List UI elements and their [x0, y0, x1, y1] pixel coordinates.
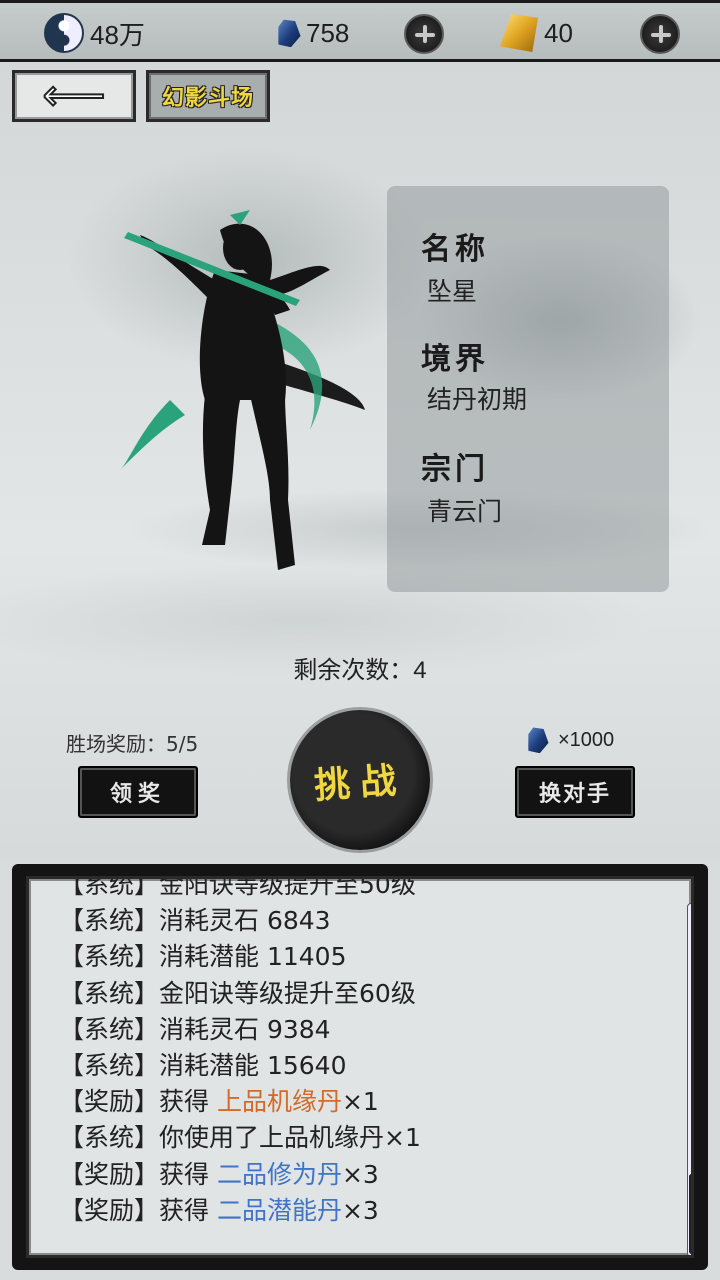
log-line-tag: 【系统】	[59, 1123, 160, 1153]
log-line-tag: 【奖励】	[59, 1195, 160, 1225]
switch-opponent-label: 换对手	[538, 781, 611, 807]
log-line-tag: 【系统】	[59, 942, 160, 972]
log-line-text: 消耗潜能 15640	[159, 1050, 347, 1080]
claim-reward-label: 领奖	[109, 781, 166, 807]
back-arrow-icon: ⟵	[41, 70, 106, 121]
log-line-text: 你使用了上品机缘丹×1	[159, 1123, 421, 1153]
log-line-text: 消耗潜能 11405	[159, 942, 347, 972]
log-line-tag: 【奖励】	[59, 1159, 160, 1189]
log-line-quantity: ×1	[341, 1087, 379, 1117]
log-line: 【系统】消耗灵石 6843	[59, 903, 659, 939]
log-line: 【系统】金阳诀等级提升至50级	[59, 876, 659, 903]
log-line: 【系统】金阳诀等级提升至60级	[59, 976, 659, 1012]
switch-opponent-button[interactable]: 换对手	[515, 766, 635, 818]
remaining-attempts-text: 剩余次数：4	[293, 657, 427, 684]
back-button[interactable]: ⟵	[12, 70, 136, 122]
log-line-tag: 【系统】	[59, 978, 160, 1008]
log-line-text: 金阳诀等级提升至60级	[159, 978, 416, 1008]
blue-gem-icon	[277, 16, 301, 51]
switch-cost: ×1000	[528, 726, 614, 754]
sect-value: 青云门	[427, 497, 503, 526]
message-log-frame: 【系统】金阳诀等级提升至50级 【系统】消耗灵石 6843 【系统】消耗潜能 114…	[12, 864, 708, 1270]
log-line: 【系统】消耗灵石 9384	[59, 1012, 659, 1048]
add-gold-gem-button[interactable]	[640, 14, 680, 54]
log-line-text: 获得	[159, 1087, 217, 1117]
yinyang-icon	[44, 13, 84, 53]
log-line-item-name: 二品修为丹	[216, 1159, 342, 1189]
log-line-tag: 【系统】	[59, 1050, 160, 1080]
blue-gem-resource: 758	[278, 13, 349, 53]
head	[223, 226, 257, 270]
message-log-lines: 【系统】金阳诀等级提升至50级 【系统】消耗灵石 6843 【系统】消耗潜能 114…	[59, 876, 659, 1229]
remaining-attempts: 剩余次数：4	[0, 650, 720, 685]
opponent-info-panel: 名称 坠星 境界 结丹初期 宗门 青云门	[387, 186, 669, 592]
realm-value: 结丹初期	[427, 385, 528, 414]
page-title: 幻影斗场	[161, 85, 254, 111]
log-line-text: 消耗灵石 6843	[159, 906, 331, 936]
gold-gem-value: 40	[544, 17, 573, 48]
blue-gem-icon	[527, 724, 549, 756]
opponent-character-figure	[120, 210, 365, 570]
log-line: 【奖励】获得 上品机缘丹×1	[59, 1084, 659, 1120]
log-line-item-name: 上品机缘丹	[216, 1087, 342, 1117]
log-scroll-thumb[interactable]	[689, 1174, 691, 1254]
cultivation-value: 48万	[90, 19, 145, 50]
leg-right	[250, 395, 295, 570]
log-line: 【系统】消耗潜能 15640	[59, 1048, 659, 1084]
claim-reward-button[interactable]: 领奖	[78, 766, 198, 818]
log-line: 【系统】消耗潜能 11405	[59, 939, 659, 975]
hair-tie	[230, 210, 250, 225]
log-line-text: 获得	[159, 1195, 217, 1225]
log-scrollbar[interactable]	[687, 903, 691, 1255]
log-line: 【系统】你使用了上品机缘丹×1	[59, 1120, 659, 1156]
win-reward-text: 胜场奖励：5/5	[66, 732, 199, 756]
leg-left	[202, 395, 240, 545]
name-value: 坠星	[427, 277, 478, 306]
log-line-text: 金阳诀等级提升至50级	[159, 876, 416, 899]
cultivation-resource: 48万	[44, 13, 145, 53]
log-line-quantity: ×3	[341, 1195, 379, 1225]
name-label: 名称	[421, 232, 489, 267]
message-log[interactable]: 【系统】金阳诀等级提升至50级 【系统】消耗灵石 6843 【系统】消耗潜能 114…	[26, 876, 694, 1258]
log-line: 【奖励】获得 二品潜能丹×3	[59, 1193, 659, 1229]
log-line-text: 获得	[159, 1159, 217, 1189]
log-line-item-name: 二品潜能丹	[216, 1195, 342, 1225]
ribbon-left	[120, 400, 185, 470]
log-line: 【奖励】获得 二品修为丹×3	[59, 1157, 659, 1193]
add-blue-gem-button[interactable]	[404, 14, 444, 54]
gold-gem-resource: 40	[500, 13, 573, 53]
challenge-label: 挑战	[312, 758, 408, 808]
log-line-tag: 【系统】	[59, 906, 160, 936]
log-line-quantity: ×3	[341, 1159, 379, 1189]
gold-gem-icon	[500, 14, 538, 52]
log-line-tag: 【系统】	[59, 1014, 160, 1044]
page-title-plate: 幻影斗场	[146, 70, 270, 122]
resource-bar: 48万 758 40	[0, 0, 720, 62]
realm-label: 境界	[421, 342, 489, 377]
log-line-text: 消耗灵石 9384	[159, 1014, 331, 1044]
sect-label: 宗门	[421, 452, 489, 487]
challenge-button[interactable]: 挑战	[290, 710, 430, 850]
switch-cost-value: ×1000	[558, 728, 615, 751]
blue-gem-value: 758	[306, 17, 350, 48]
log-line-tag: 【系统】	[59, 876, 160, 899]
log-line-tag: 【奖励】	[59, 1087, 160, 1117]
